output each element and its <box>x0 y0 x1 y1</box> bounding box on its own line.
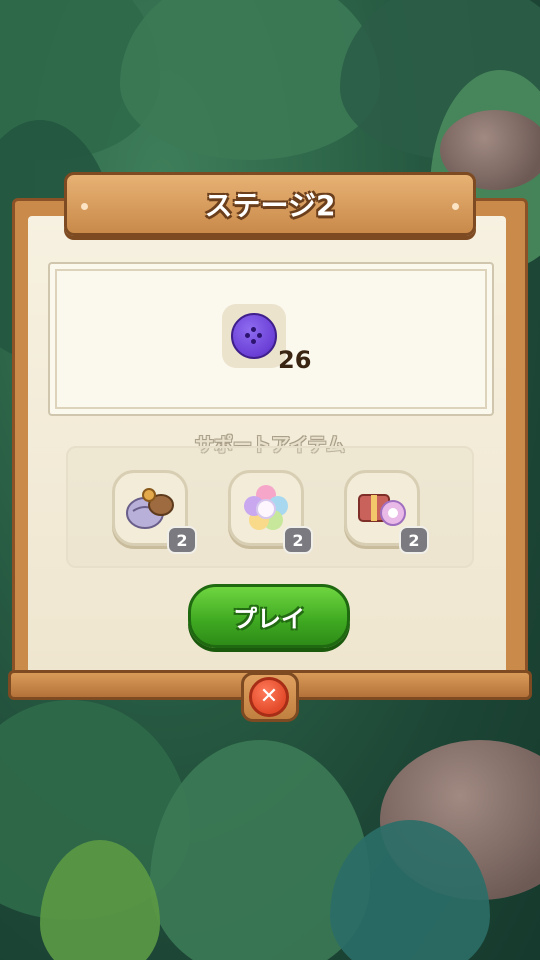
close-button[interactable]: ✕ <box>249 677 289 717</box>
title-plank: ステージ2 <box>64 172 476 236</box>
dialog-title: ステージ2 <box>204 189 336 222</box>
bomb-sack-icon <box>126 488 174 529</box>
support-item-3-count: 2 <box>399 526 429 554</box>
nail-icon <box>452 203 459 210</box>
goal-count: 26 <box>278 346 312 374</box>
support-item-2-count: 2 <box>283 526 313 554</box>
goal-item <box>222 304 286 368</box>
gift-bundle-icon <box>358 494 406 526</box>
play-button[interactable]: プレイ <box>188 584 350 648</box>
support-item-1-count: 2 <box>167 526 197 554</box>
rainbow-flower-icon <box>244 485 288 530</box>
nail-icon <box>81 203 88 210</box>
close-icon: ✕ <box>259 684 279 709</box>
play-button-label: プレイ <box>233 604 305 633</box>
purple-button-icon <box>231 313 277 359</box>
